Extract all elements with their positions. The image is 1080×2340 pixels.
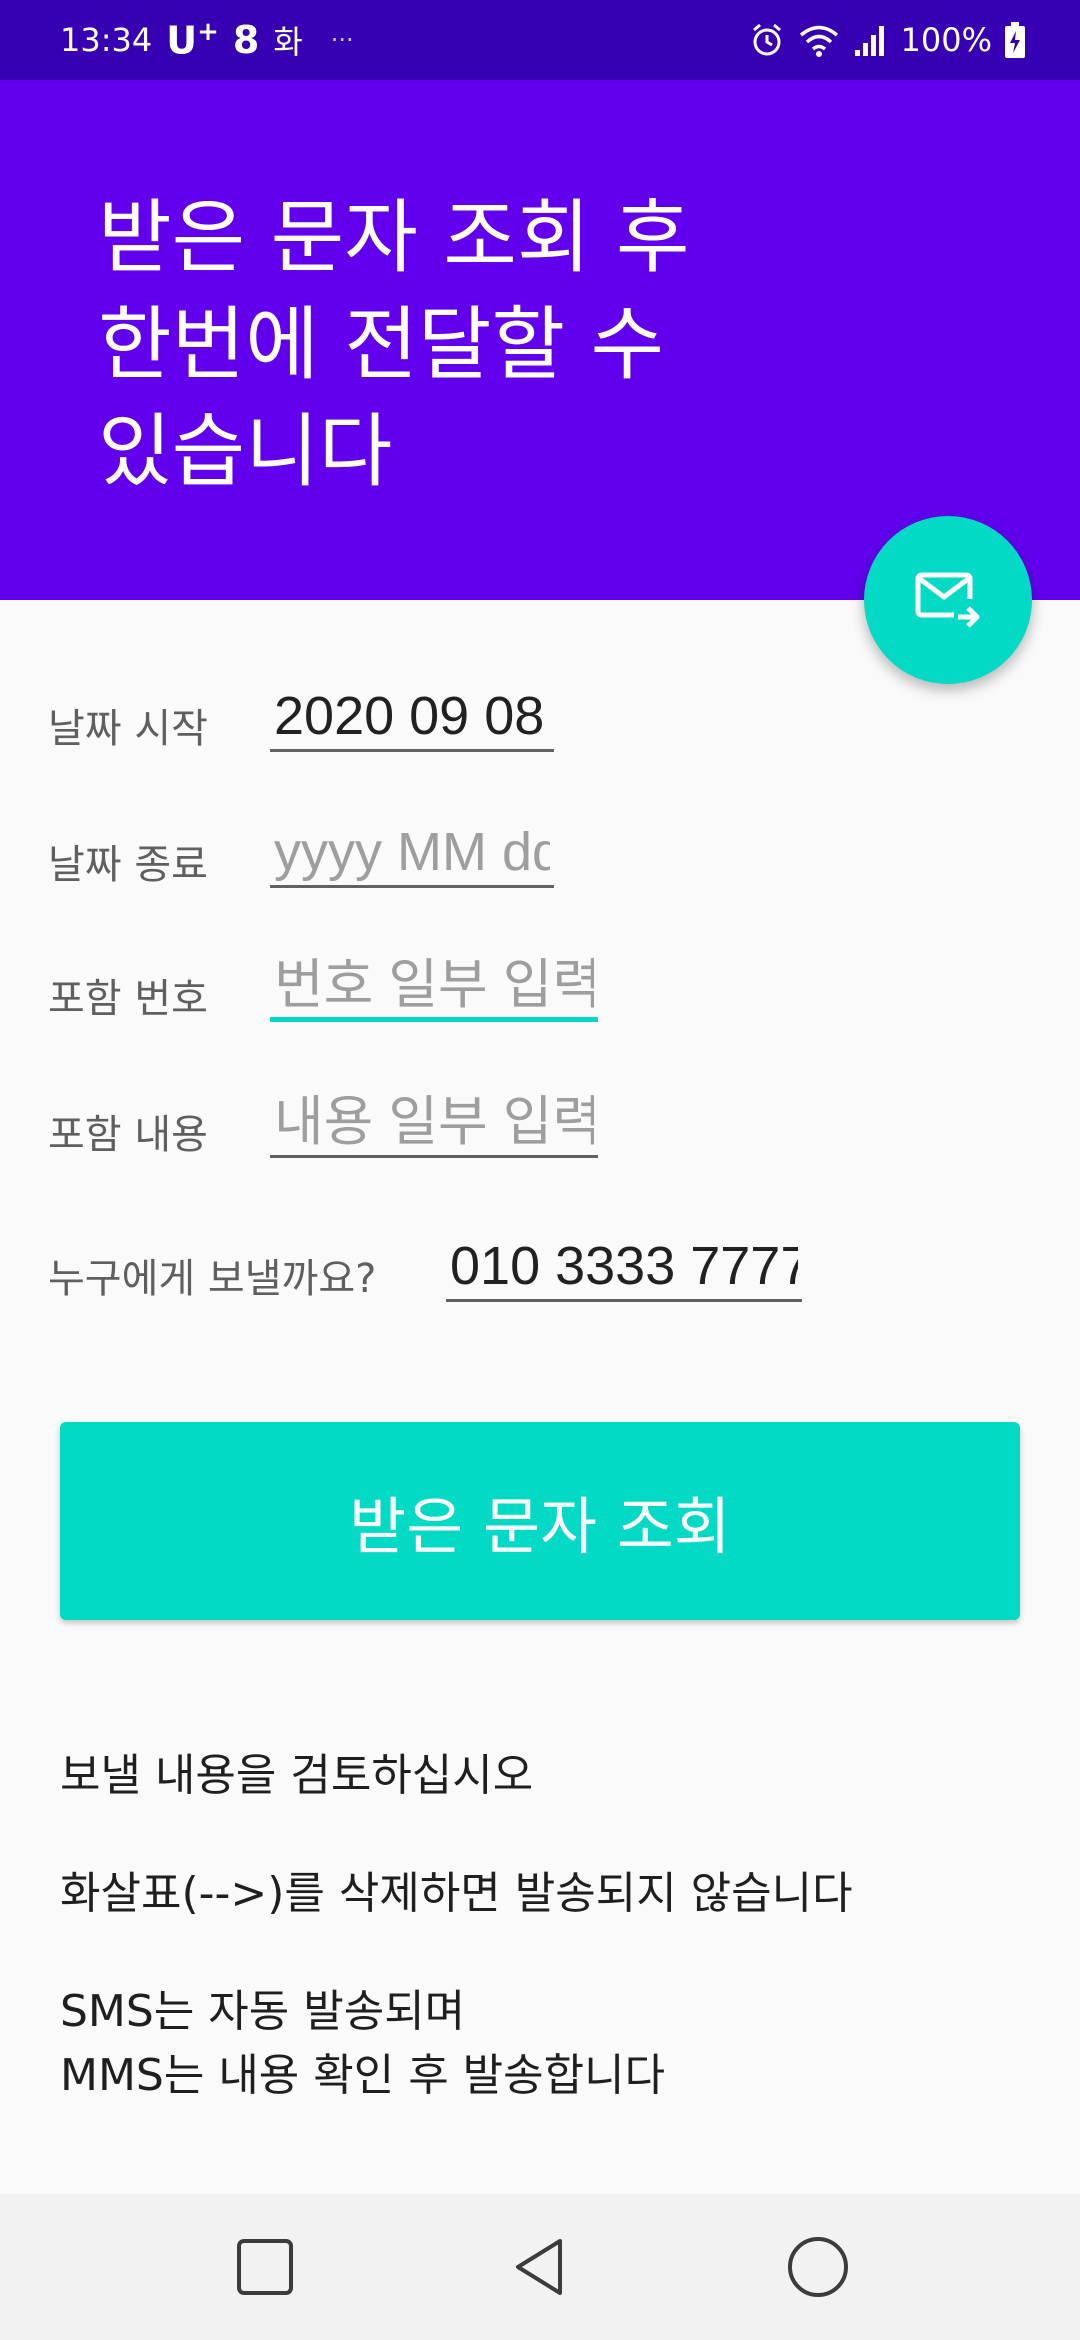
start-date-label: 날짜 시작 bbox=[48, 706, 208, 752]
info-arrow-text: 화살표(-->)를 삭제하면 발송되지 않습니다 bbox=[60, 1868, 853, 1919]
more-notifications-icon: ··· bbox=[330, 26, 354, 54]
include-number-input[interactable] bbox=[270, 952, 598, 1022]
recipient-input[interactable] bbox=[446, 1232, 802, 1302]
carrier-logo: U+ bbox=[166, 17, 219, 63]
home-button[interactable] bbox=[778, 2227, 858, 2307]
carrier-plus: + bbox=[197, 17, 219, 48]
info-sms-mms-text: SMS는 자동 발송되며 MMS는 내용 확인 후 발송합니다 bbox=[60, 1986, 666, 2101]
battery-charging-icon bbox=[1005, 22, 1025, 58]
back-button[interactable] bbox=[500, 2227, 580, 2307]
mail-forward-icon bbox=[915, 572, 980, 628]
status-time: 13:34 bbox=[60, 21, 153, 59]
end-date-label: 날짜 종료 bbox=[48, 842, 208, 888]
end-date-input[interactable] bbox=[270, 818, 554, 888]
forward-messages-button[interactable] bbox=[864, 516, 1032, 684]
notification-number: 8 bbox=[232, 18, 260, 62]
square-icon bbox=[237, 2239, 293, 2295]
signal-icon bbox=[854, 26, 884, 56]
include-number-label: 포함 번호 bbox=[48, 976, 208, 1022]
circle-home-icon bbox=[788, 2237, 848, 2297]
recipient-label: 누구에게 보낼까요? bbox=[48, 1256, 377, 1302]
wifi-icon bbox=[799, 25, 838, 57]
status-bar: 13:34 U+ 8 화 ··· 100% bbox=[0, 0, 1080, 80]
recent-apps-button[interactable] bbox=[225, 2227, 305, 2307]
navigation-bar bbox=[0, 2194, 1080, 2340]
page-title: 받은 문자 조회 후 한번에 전달할 수 있습니다 bbox=[98, 191, 690, 498]
include-content-input[interactable] bbox=[270, 1088, 598, 1158]
start-date-input[interactable] bbox=[270, 682, 554, 752]
battery-percent: 100% bbox=[900, 21, 992, 59]
info-review-text: 보낼 내용을 검토하십시오 bbox=[60, 1750, 534, 1801]
status-left: 13:34 U+ 8 화 ··· bbox=[60, 0, 354, 80]
carrier-letter: U bbox=[166, 18, 198, 63]
status-right: 100% bbox=[749, 0, 1026, 80]
query-messages-button[interactable]: 받은 문자 조회 bbox=[60, 1422, 1020, 1620]
include-content-label: 포함 내용 bbox=[48, 1112, 208, 1158]
status-day: 화 bbox=[273, 23, 303, 61]
alarm-icon bbox=[752, 23, 781, 56]
triangle-back-icon bbox=[516, 2239, 562, 2295]
